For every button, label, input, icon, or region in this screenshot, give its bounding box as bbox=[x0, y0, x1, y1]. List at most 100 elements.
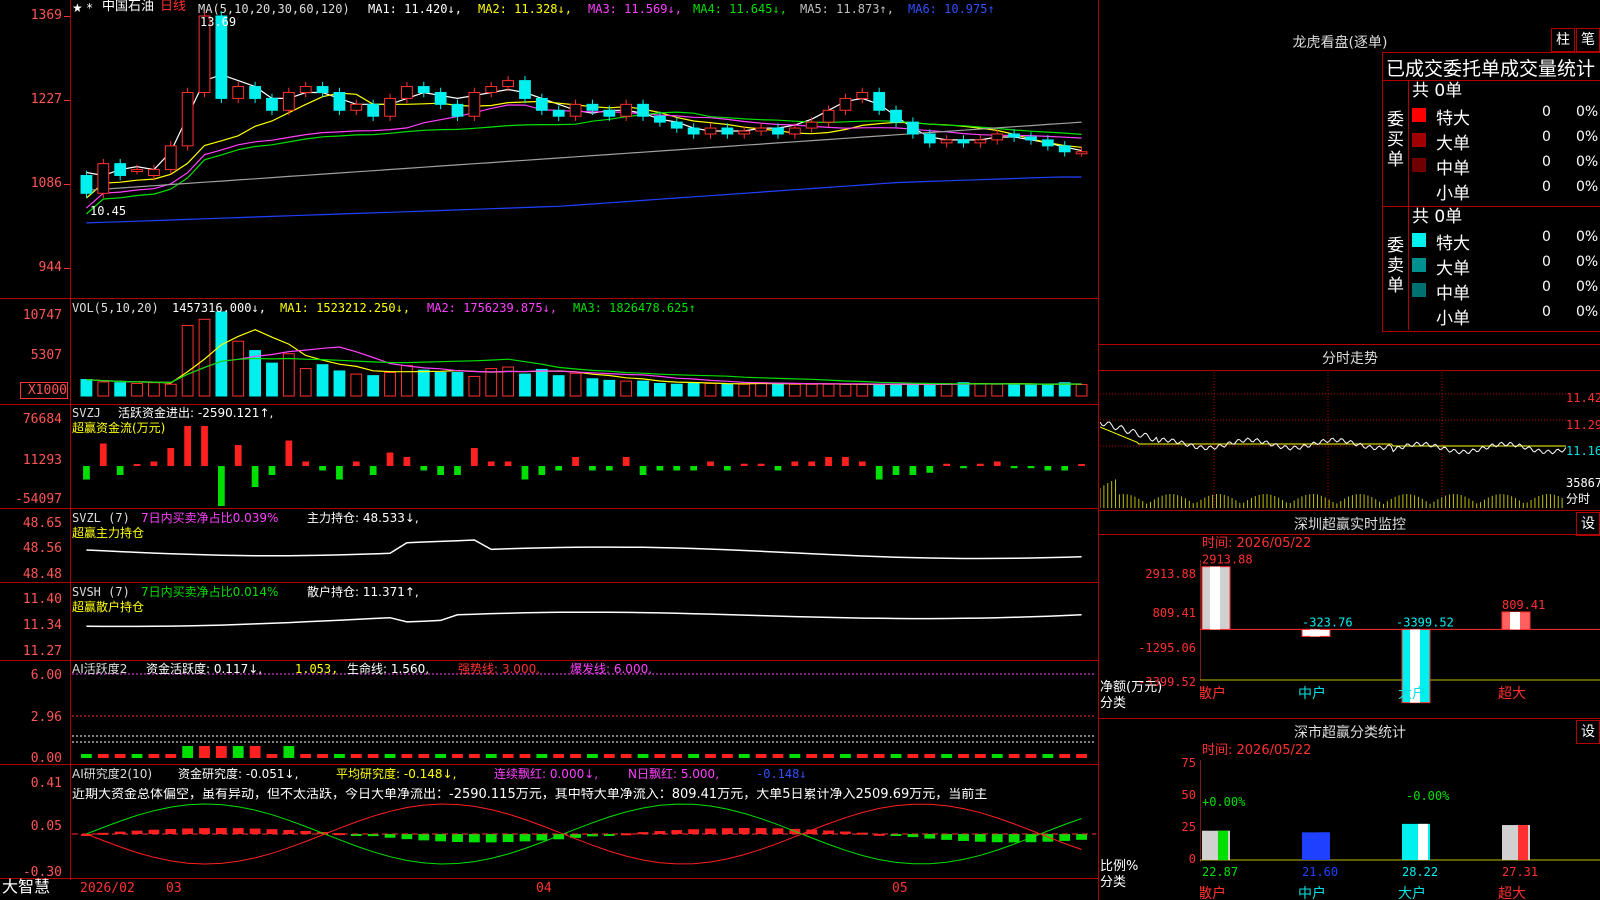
research-bar bbox=[755, 828, 767, 834]
sz-bar-highlight bbox=[1210, 566, 1220, 630]
air-l4: N日飘红: 5.000, bbox=[628, 767, 720, 781]
ma4-line bbox=[86, 111, 1082, 215]
buy-row-pct: 0% bbox=[1576, 179, 1599, 195]
svzl-note: 7日内买卖净占比0.039% bbox=[141, 511, 279, 525]
sh-bar-accent bbox=[1218, 830, 1228, 860]
retail-position-line bbox=[86, 611, 1082, 628]
money-flow-bar bbox=[201, 426, 208, 466]
candle-down bbox=[1008, 133, 1020, 138]
pen-mode-button[interactable]: 笔 bbox=[1576, 28, 1600, 52]
vol-ma2: MA2: 1756239.875↓, bbox=[427, 301, 558, 315]
activity-bar bbox=[840, 754, 851, 758]
activity-bar bbox=[182, 746, 194, 758]
money-flow-bar bbox=[251, 466, 259, 487]
money-flow-bar bbox=[993, 461, 1001, 466]
sell-row-pct: 0% bbox=[1576, 229, 1599, 245]
buy-row-pct: 0% bbox=[1576, 104, 1599, 120]
activity-bar bbox=[958, 754, 969, 758]
money-flow-bar bbox=[319, 466, 326, 471]
volume-bar bbox=[181, 325, 194, 397]
candle-down bbox=[890, 109, 902, 123]
candle-down bbox=[266, 97, 278, 111]
candle-down bbox=[535, 97, 548, 111]
sh-bar-value: 27.31 bbox=[1502, 865, 1538, 879]
activity-bar bbox=[384, 754, 396, 758]
volume-bar bbox=[772, 382, 784, 397]
money-flow-bar bbox=[740, 463, 748, 466]
panel-divider bbox=[1098, 718, 1600, 719]
money-flow-bar bbox=[639, 466, 647, 475]
activity-bar bbox=[789, 754, 801, 758]
volume-bar bbox=[654, 382, 666, 397]
activity-bar bbox=[131, 754, 143, 758]
money-flow-bar bbox=[437, 466, 445, 475]
candle-up bbox=[384, 97, 396, 117]
ai2-name: AI活跃度2 bbox=[72, 662, 128, 676]
date-label: 2026/02 bbox=[80, 881, 135, 896]
activity-bar bbox=[232, 746, 244, 758]
vol-name: VOL(5,10,20) bbox=[72, 301, 159, 315]
money-flow-bar bbox=[622, 457, 630, 466]
panel-divider bbox=[1098, 510, 1600, 511]
svsh-label: 散户持仓: 11.371↑, bbox=[307, 585, 419, 599]
money-flow-bar bbox=[842, 457, 849, 466]
kline-chart[interactable] bbox=[0, 0, 1098, 900]
sell-swatch bbox=[1412, 283, 1426, 297]
buy-row-label: 中单 bbox=[1436, 159, 1470, 179]
svsh-axis-label: 11.34 bbox=[22, 618, 62, 633]
research-bar bbox=[199, 828, 210, 834]
volume-bar bbox=[384, 372, 396, 397]
activity-bar bbox=[772, 754, 784, 758]
volume-bar bbox=[805, 383, 818, 397]
svzl-axis-label: 48.65 bbox=[22, 516, 62, 531]
volume-bar bbox=[485, 368, 498, 397]
intraday-axis-label: 11.42 bbox=[1566, 391, 1600, 405]
candle-down bbox=[451, 103, 464, 117]
money-flow-bar bbox=[167, 448, 175, 466]
money-flow-bar bbox=[184, 426, 192, 466]
svzl-axis-label: 48.48 bbox=[22, 567, 62, 582]
activity-bar bbox=[671, 754, 683, 758]
sh-category-label: 超大 bbox=[1498, 886, 1526, 900]
sz-settings-button[interactable]: 设 bbox=[1576, 512, 1600, 536]
air-name: AI研究度2(10) bbox=[72, 767, 153, 781]
candle-up bbox=[164, 145, 177, 171]
sz-title: 深圳超赢实时监控 bbox=[1294, 517, 1406, 533]
activity-bar bbox=[452, 754, 463, 758]
candle-up bbox=[97, 163, 110, 194]
money-flow-bar bbox=[403, 457, 411, 466]
candle-down bbox=[586, 103, 599, 111]
money-flow-bar bbox=[875, 466, 883, 480]
research-bar bbox=[468, 834, 480, 843]
sell-swatch bbox=[1412, 258, 1426, 272]
activity-bar bbox=[873, 754, 885, 758]
bar-mode-button[interactable]: 柱 bbox=[1551, 28, 1575, 52]
money-flow-bar bbox=[723, 466, 731, 471]
sh-xlabel: 分类 bbox=[1100, 875, 1127, 890]
ma6-line bbox=[86, 176, 1082, 224]
activity-bar bbox=[587, 754, 598, 758]
sz-axis-label: 809.41 bbox=[1152, 606, 1196, 620]
candle-down bbox=[1025, 136, 1037, 141]
research-bar bbox=[705, 828, 716, 834]
volume-bar bbox=[907, 382, 919, 397]
sh-bar-accent bbox=[1318, 832, 1328, 860]
candle-down bbox=[434, 91, 447, 105]
candle-up bbox=[940, 139, 953, 144]
intraday-chart[interactable] bbox=[1100, 372, 1566, 508]
candle-up bbox=[755, 127, 767, 132]
research-bar bbox=[418, 834, 430, 841]
sell-row-label: 大单 bbox=[1436, 259, 1470, 279]
air-axis-label: 0.41 bbox=[30, 776, 62, 791]
panel-divider bbox=[1098, 0, 1099, 900]
research-bar bbox=[974, 834, 986, 842]
volume-bar bbox=[839, 383, 852, 397]
volume-bar bbox=[266, 362, 278, 397]
svzl-name: SVZL (7) bbox=[72, 511, 130, 525]
sh-bar-chart: 22.87 21.60 28.22 27.31 +0.00% -0.00% 散户 中户 大户 超大 bbox=[1200, 760, 1600, 900]
money-flow-bar bbox=[369, 466, 377, 475]
activity-bar bbox=[688, 754, 700, 758]
candle-up bbox=[485, 86, 498, 93]
sell-row-label: 小单 bbox=[1436, 309, 1470, 329]
money-flow-bar bbox=[268, 466, 276, 475]
